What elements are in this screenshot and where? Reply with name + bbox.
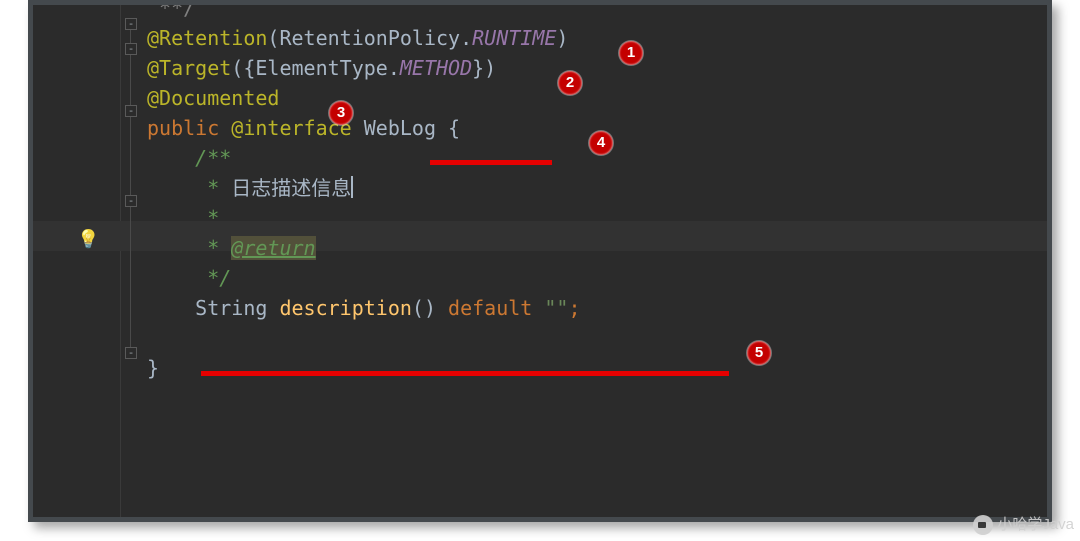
token-ident: ) <box>556 26 568 50</box>
token-doccomment: * <box>195 176 231 200</box>
code-line[interactable]: */ <box>147 263 1047 293</box>
token-ident: ({ElementType. <box>231 56 400 80</box>
token-text: 日志描述信息 <box>231 176 351 200</box>
token-doccomment: * <box>195 236 231 260</box>
token-annotation: @Target <box>147 56 231 80</box>
fold-toggle-icon[interactable]: - <box>125 43 137 55</box>
code-line[interactable]: * <box>147 203 1047 233</box>
code-line[interactable] <box>147 323 1047 353</box>
code-line[interactable]: @Target({ElementType.METHOD}) <box>147 53 1047 83</box>
token-ident: }) <box>472 56 496 80</box>
token-keyword: default <box>448 296 544 320</box>
token-doccomment: /** <box>195 146 231 170</box>
code-line[interactable]: } <box>147 353 1047 383</box>
editor-window: 💡 **/@Retention(RetentionPolicy.RUNTIME)… <box>28 0 1052 522</box>
token-doc-tag-return: @return <box>231 236 315 260</box>
token-doccomment: * <box>195 206 219 230</box>
token-annotation: @Retention <box>147 26 267 50</box>
annotation-badge-4: 4 <box>589 131 613 155</box>
token-const: RUNTIME <box>472 26 556 50</box>
token-ident: WebLog <box>364 116 448 140</box>
token-annotation: @Documented <box>147 86 279 110</box>
token-text <box>147 266 195 290</box>
token-keyword: ; <box>568 296 580 320</box>
gutter <box>33 5 121 517</box>
token-comment: **/ <box>159 0 195 20</box>
code-line[interactable]: * 日志描述信息 <box>147 173 1047 203</box>
annotation-badge-2: 2 <box>558 71 582 95</box>
watermark: 小哈学Java <box>973 515 1074 535</box>
annotation-underline <box>201 371 729 376</box>
fold-toggle-icon[interactable]: - <box>125 18 137 30</box>
token-text <box>147 236 195 260</box>
token-ident: } <box>147 356 159 380</box>
token-ident: () <box>412 296 448 320</box>
token-method: description <box>279 296 411 320</box>
intention-bulb-icon[interactable]: 💡 <box>77 229 99 250</box>
token-ident: { <box>448 116 460 140</box>
code-line[interactable]: String description() default ""; <box>147 293 1047 323</box>
watermark-text: 小哈学Java <box>997 516 1074 534</box>
code-line[interactable]: **/ <box>147 0 1047 23</box>
token-text <box>147 176 195 200</box>
token-ident: String <box>195 296 279 320</box>
code-line[interactable]: @Retention(RetentionPolicy.RUNTIME) <box>147 23 1047 53</box>
token-doccomment: */ <box>195 266 231 290</box>
code-line[interactable]: @Documented <box>147 83 1047 113</box>
code-line[interactable]: * @return <box>147 233 1047 263</box>
token-ident: (RetentionPolicy. <box>267 26 472 50</box>
token-text <box>147 296 195 320</box>
fold-guide-line <box>130 30 131 350</box>
token-text <box>147 146 195 170</box>
token-text <box>147 206 195 230</box>
token-const: METHOD <box>400 56 472 80</box>
annotation-badge-1: 1 <box>619 41 643 65</box>
token-keyword: public <box>147 116 231 140</box>
annotation-underline <box>430 160 552 165</box>
fold-toggle-icon[interactable]: - <box>125 195 137 207</box>
annotation-badge-3: 3 <box>329 101 353 125</box>
text-cursor <box>351 176 353 198</box>
fold-toggle-icon[interactable]: - <box>125 105 137 117</box>
annotation-badge-5: 5 <box>747 341 771 365</box>
code-area[interactable]: **/@Retention(RetentionPolicy.RUNTIME)@T… <box>139 0 1047 517</box>
token-text <box>147 0 159 20</box>
token-string: "" <box>544 296 568 320</box>
fold-toggle-icon[interactable]: - <box>125 347 137 359</box>
wechat-icon <box>973 515 993 535</box>
